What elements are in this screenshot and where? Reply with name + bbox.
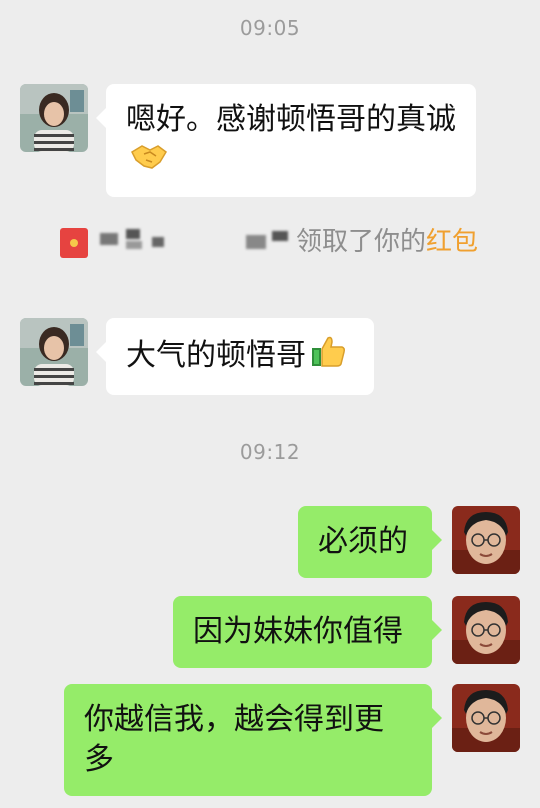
message-text: 必须的 [318, 524, 408, 559]
contact-avatar[interactable] [20, 318, 88, 386]
red-packet-link[interactable]: 红包 [426, 227, 478, 257]
message-text: 嗯好。感谢顿悟哥的真诚 [126, 102, 456, 137]
handshake-icon [130, 140, 168, 181]
timestamp: 09:12 [239, 440, 301, 464]
message-bubble-incoming[interactable]: 嗯好。感谢顿悟哥的真诚 [96, 84, 476, 197]
message-bubble-incoming[interactable]: 大气的顿悟哥 [96, 318, 374, 395]
notice-text: 领取了你的 [296, 227, 427, 257]
message-text: 你越信我，越会得到更多 [84, 702, 384, 777]
message-bubble-outgoing[interactable]: 因为妹妹你值得 [173, 596, 442, 668]
message-text: 因为妹妹你值得 [193, 614, 403, 649]
timestamp: 09:05 [239, 16, 301, 40]
blurred-name [96, 223, 296, 263]
message-bubble-outgoing[interactable]: 必须的 [298, 506, 442, 578]
user-avatar[interactable] [452, 596, 520, 664]
chat-window: 09:05 嗯好。感谢顿悟哥的真诚 领取了你的红包 大气的顿悟哥 09:12 必… [0, 0, 540, 808]
message-bubble-outgoing[interactable]: 你越信我，越会得到更多 [64, 684, 442, 796]
red-packet-icon [60, 227, 88, 258]
thumbs-up-icon [310, 334, 346, 379]
red-packet-notice[interactable]: 领取了你的红包 [60, 222, 500, 263]
user-avatar[interactable] [452, 506, 520, 574]
contact-avatar[interactable] [20, 84, 88, 152]
user-avatar[interactable] [452, 684, 520, 752]
message-text: 大气的顿悟哥 [126, 338, 306, 373]
